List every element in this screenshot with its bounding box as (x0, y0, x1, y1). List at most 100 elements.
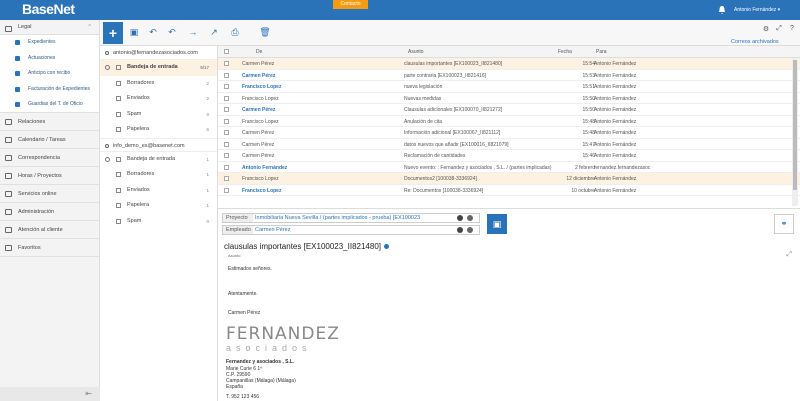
table-row[interactable]: Carmen Pérez Clausulas adicionales [EX100… (218, 104, 800, 116)
folder-spam[interactable]: Spam 0 (100, 214, 217, 230)
forward-icon[interactable]: → (187, 26, 199, 38)
folder-sent[interactable]: Enviados 1 (100, 183, 217, 199)
row-subject: Anulación de cita (404, 118, 443, 125)
folder-count: 2 (206, 96, 209, 101)
sidebar-favoritos[interactable]: Favoritos (0, 239, 99, 257)
project-field[interactable]: Proyecto Inmobiliaria Nueva Sevilla / (p… (222, 213, 480, 223)
sidebar-horas[interactable]: Horas / Proyectos (0, 167, 99, 185)
pencil-icon (116, 172, 121, 177)
bell-icon[interactable] (717, 5, 727, 15)
table-row[interactable]: Carmen Pérez parte contraria [EX100023_II… (218, 70, 800, 81)
row-date: 15:48 (582, 118, 595, 125)
account-header[interactable]: antonio@fernandezasociados.com (100, 46, 217, 60)
table-row[interactable]: Carmen Pérez datos nuevos que añadir [EX1… (218, 139, 800, 150)
sidebar-administracion[interactable]: Administración (0, 203, 99, 221)
sidebar-item-actuaciones[interactable]: Actuaciones (0, 50, 99, 66)
print-icon[interactable]: ⎙ (229, 26, 241, 38)
contact-button[interactable]: Contacto (333, 0, 368, 9)
chevron-down-icon[interactable] (467, 215, 473, 221)
expand-icon[interactable]: ⤢ (775, 25, 783, 33)
folder-trash[interactable]: Papelera 1 (100, 198, 217, 214)
folder-sent[interactable]: Enviados 2 (100, 91, 217, 107)
new-mail-button[interactable]: + (103, 22, 123, 44)
table-row[interactable]: Carmen Pérez Información adicional [EX100… (218, 127, 800, 139)
table-row[interactable]: Francisco Lopez Nuevas medidas 15:50 Antoni… (218, 93, 800, 104)
sidebar-correspondencia[interactable]: Correspondencia (0, 149, 99, 167)
folder-inbox[interactable]: Bandeja de entrada 5/17 (100, 60, 217, 76)
row-checkbox[interactable] (224, 61, 229, 66)
column-subject[interactable]: Asunto (408, 49, 424, 55)
help-icon[interactable]: ? (788, 25, 796, 33)
app-logo[interactable]: BaseNet (22, 1, 75, 17)
chevron-down-icon[interactable] (467, 227, 473, 233)
row-checkbox[interactable] (224, 141, 229, 147)
column-from[interactable]: De (256, 49, 262, 55)
send-icon (116, 187, 121, 193)
expand-icon[interactable]: ⤢ (786, 251, 792, 259)
trash-icon[interactable]: 🗑 (259, 26, 271, 38)
link-button[interactable]: ⚭ (774, 214, 794, 234)
inbox-icon (116, 156, 121, 162)
sidebar-calendario[interactable]: Calendario / Tareas (0, 131, 99, 149)
settings-icon[interactable]: ⚙ (762, 25, 770, 33)
row-checkbox[interactable] (224, 153, 229, 158)
column-to[interactable]: Para (596, 49, 607, 55)
folder-trash[interactable]: Papelera 6 (100, 122, 217, 138)
table-row[interactable]: Carmen Pérez Reclamación de cantidades 15:… (218, 150, 800, 162)
reply-icon[interactable]: ↶ (147, 26, 159, 38)
row-checkbox[interactable] (224, 95, 229, 101)
admin-icon (5, 208, 12, 215)
row-checkbox[interactable] (224, 130, 229, 135)
table-row[interactable]: Francisco Lopez Re: Documentos [100038-33… (218, 185, 800, 196)
sidebar-item-guardias[interactable]: Guardias del T. de Oficio (0, 97, 99, 113)
table-row[interactable]: Francisco Lopez Anulación de cita 15:48 Ant… (218, 116, 800, 127)
scrollbar-thumb[interactable] (793, 60, 797, 190)
sidebar-item-expedientes[interactable]: Expedientes (0, 35, 99, 51)
row-checkbox[interactable] (224, 187, 229, 193)
mail-subject: clausulas importantes [EX100023_II821480… (224, 242, 389, 251)
folder-drafts[interactable]: Borradores 2 (100, 76, 217, 92)
sidebar-atencion[interactable]: Atención al cliente (0, 221, 99, 239)
project-value[interactable]: Inmobiliaria Nueva Sevilla / (partes imp… (255, 214, 453, 222)
employee-field[interactable]: Empleado Carmen Pérez (222, 225, 480, 235)
folder-inbox[interactable]: Bandeja de entrada 1 (100, 152, 217, 168)
reply-all-icon[interactable]: ↶ (166, 26, 178, 38)
mail-list-scrollbar[interactable] (792, 58, 798, 206)
sidebar-servicios[interactable]: Servicios online (0, 185, 99, 203)
row-checkbox[interactable] (224, 72, 229, 78)
user-menu[interactable]: Antonio Fernández ▾ (734, 7, 780, 13)
account-header[interactable]: info_demo_es@basenet.com (100, 137, 217, 152)
row-checkbox[interactable] (224, 107, 229, 112)
save-project-button[interactable]: ▣ (487, 214, 507, 234)
select-all-checkbox[interactable] (224, 49, 229, 54)
sidebar-item-anticipo[interactable]: Anticipo con recibo (0, 66, 99, 82)
table-row[interactable]: Francisco Lopez nueva legislación 15:51 Ant… (218, 81, 800, 93)
gear-icon[interactable] (105, 65, 110, 70)
table-row[interactable]: Antonio Fernández Nuevo evento: : Fernand… (218, 162, 800, 173)
gear-icon[interactable] (105, 156, 110, 162)
folder-drafts[interactable]: Borradores 1 (100, 167, 217, 183)
table-row[interactable]: Francisco Lopez Documentos2 [100038-33369… (218, 173, 800, 185)
employee-value[interactable]: Carmen Pérez (255, 226, 453, 234)
sidebar-item-facturacion[interactable]: Facturación de Expedientes (0, 81, 99, 97)
share-icon[interactable]: ↗ (208, 26, 220, 38)
column-date[interactable]: Fecha (558, 49, 572, 55)
mail-signer: Carmen Pérez (228, 310, 261, 316)
sidebar-legal[interactable]: Legal ^ (0, 20, 99, 35)
row-checkbox[interactable] (224, 118, 229, 124)
company-logo-sub: asociados (226, 343, 312, 353)
spam-icon (116, 218, 121, 224)
folder-spam[interactable]: Spam 0 (100, 107, 217, 123)
archived-mail-link[interactable]: Correos archivados (731, 39, 779, 45)
info-icon[interactable] (384, 244, 389, 249)
collapse-sidebar-button[interactable]: ⇤ (0, 387, 100, 401)
row-checkbox[interactable] (224, 164, 229, 170)
folder-label: Bandeja de entrada (127, 64, 178, 70)
info-icon[interactable] (457, 227, 463, 233)
sidebar-relaciones[interactable]: Relaciones (0, 113, 99, 131)
table-row[interactable]: Carmen Pérez clausulas importantes [EX100… (218, 58, 800, 70)
row-checkbox[interactable] (224, 176, 229, 181)
info-icon[interactable] (457, 215, 463, 221)
row-checkbox[interactable] (224, 84, 229, 89)
save-icon[interactable]: ▣ (128, 26, 140, 38)
